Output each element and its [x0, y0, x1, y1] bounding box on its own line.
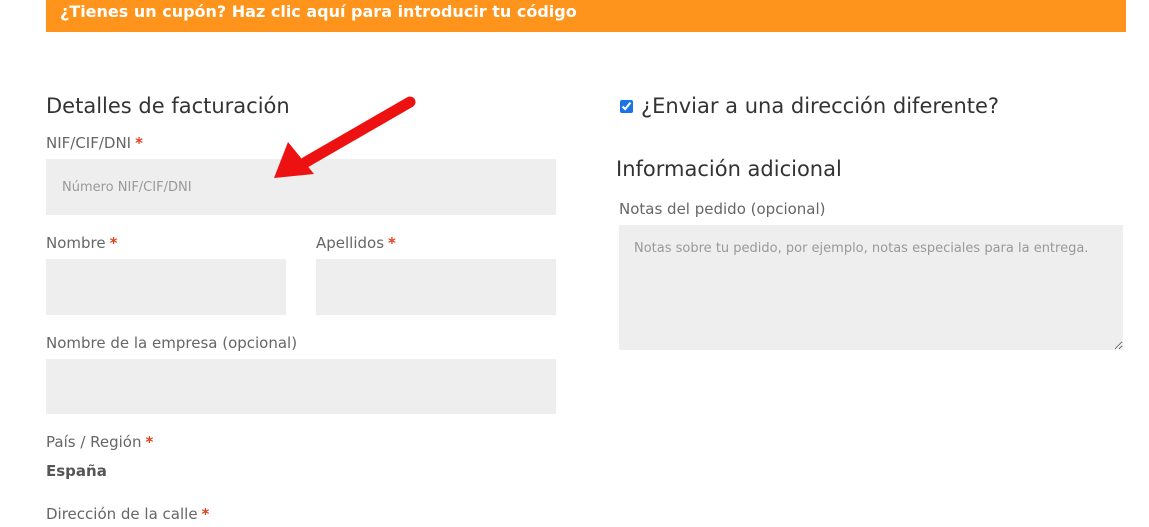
nif-label-text: NIF/CIF/DNI: [46, 134, 132, 152]
billing-details-title: Detalles de facturación: [46, 94, 290, 118]
red-arrow-icon: [274, 96, 416, 178]
additional-info-title: Información adicional: [616, 157, 842, 181]
ship-different-checkbox[interactable]: [620, 99, 633, 113]
first-name-label: Nombre *: [46, 234, 117, 252]
last-name-label: Apellidos *: [316, 234, 396, 252]
street-label-text: Dirección de la calle: [46, 505, 198, 523]
first-name-input[interactable]: [46, 259, 286, 315]
required-mark: *: [145, 433, 154, 451]
coupon-notice-bar[interactable]: ¿Tienes un cupón? Haz clic aquí para int…: [46, 0, 1126, 32]
nif-label: NIF/CIF/DNI *: [46, 134, 143, 152]
last-name-label-text: Apellidos: [316, 234, 385, 252]
country-label: País / Región *: [46, 433, 153, 451]
order-notes-label: Notas del pedido (opcional): [619, 200, 826, 218]
required-mark: *: [135, 134, 143, 152]
required-mark: *: [109, 234, 118, 252]
company-input[interactable]: [46, 359, 556, 414]
ship-different-label[interactable]: ¿Enviar a una dirección diferente?: [641, 94, 999, 118]
last-name-input[interactable]: [316, 259, 556, 315]
first-name-label-text: Nombre: [46, 234, 106, 252]
required-mark: *: [201, 505, 210, 523]
ship-different-row[interactable]: ¿Enviar a una dirección diferente?: [620, 94, 999, 118]
street-label: Dirección de la calle *: [46, 505, 209, 523]
country-label-text: País / Región: [46, 433, 142, 451]
company-label: Nombre de la empresa (opcional): [46, 334, 298, 352]
order-notes-textarea[interactable]: [619, 225, 1123, 350]
required-mark: *: [388, 234, 396, 252]
coupon-link[interactable]: ¿Tienes un cupón? Haz clic aquí para int…: [60, 2, 577, 21]
country-value: España: [46, 462, 107, 480]
